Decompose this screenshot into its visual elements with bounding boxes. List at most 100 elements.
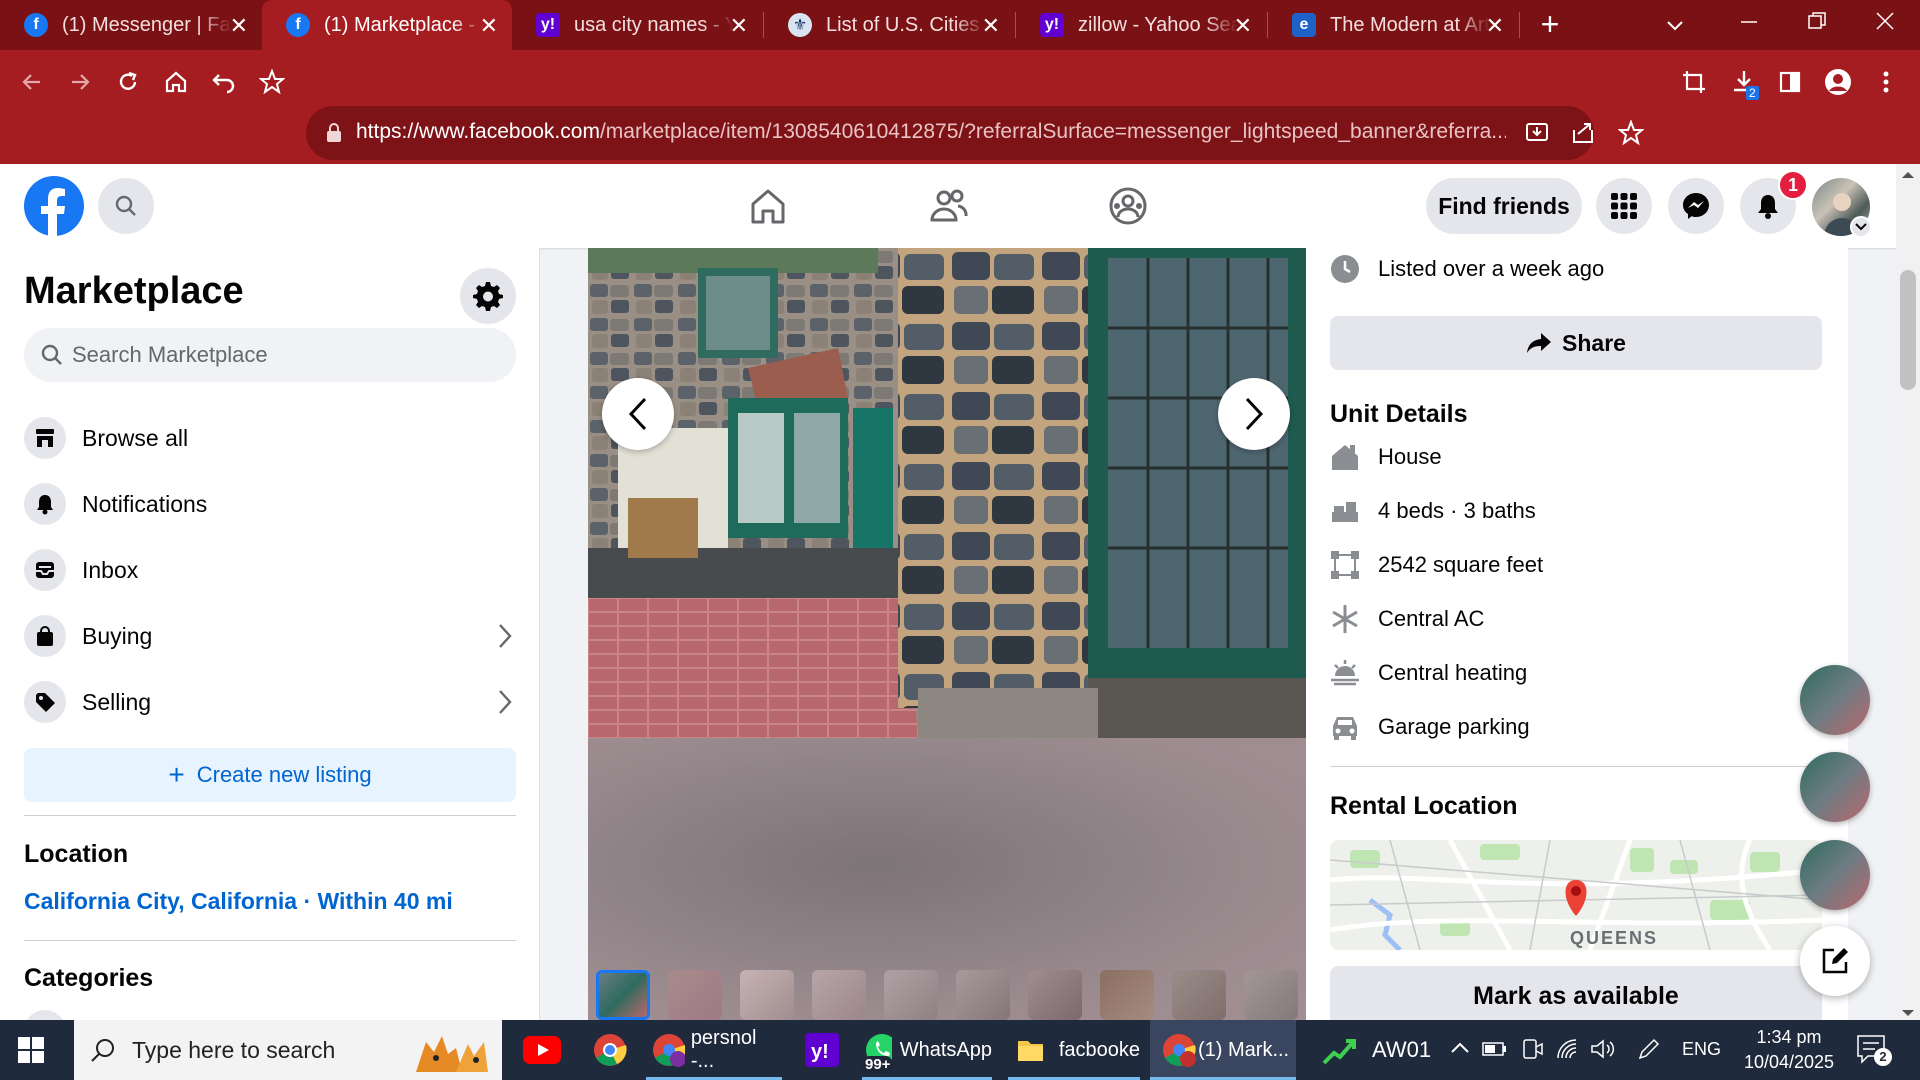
tab-yahoo-usa-city[interactable]: y! usa city names - Yahoo ✕: [512, 0, 762, 50]
share-label: Share: [1562, 329, 1626, 356]
lock-icon[interactable]: [326, 123, 342, 143]
meet-now-icon[interactable]: [1520, 1037, 1544, 1061]
close-icon[interactable]: ✕: [480, 13, 498, 39]
photo-thumbnail[interactable]: [1100, 970, 1154, 1020]
minimize-icon[interactable]: [1738, 10, 1760, 32]
listing-photo[interactable]: [588, 248, 1306, 738]
tab-zillow-search[interactable]: y! zillow - Yahoo Search ✕: [1016, 0, 1266, 50]
taskbar-app-folder-facbooke[interactable]: facbooke: [1008, 1020, 1140, 1080]
tray-chevron-icon[interactable]: [1450, 1040, 1470, 1054]
location-link[interactable]: California City, California · Within 40 …: [24, 888, 453, 915]
tab-britannica[interactable]: ⚜ List of U.S. Cities | Britannica ✕: [764, 0, 1014, 50]
tab-search-icon[interactable]: [1664, 14, 1686, 36]
new-tab-button[interactable]: +: [1532, 6, 1568, 42]
friends-nav-icon[interactable]: [928, 186, 968, 226]
taskbar-app-yahoo[interactable]: y!: [790, 1020, 854, 1080]
taskbar-app-chrome-marketplace[interactable]: (1) Mark...: [1150, 1020, 1296, 1080]
find-friends-button[interactable]: Find friends: [1426, 178, 1582, 234]
close-icon[interactable]: ✕: [730, 13, 748, 39]
taskbar-clock[interactable]: 1:34 pm 10/04/2025: [1734, 1025, 1844, 1075]
close-icon[interactable]: ✕: [982, 13, 1000, 39]
stock-widget[interactable]: AW01: [1322, 1020, 1432, 1080]
chrome-profile-icon: [653, 1034, 685, 1067]
new-message-button[interactable]: [1800, 926, 1870, 996]
forward-icon[interactable]: [62, 64, 98, 100]
taskbar-app-youtube[interactable]: [510, 1020, 574, 1080]
restore-icon[interactable]: [1806, 10, 1828, 32]
tab-messenger[interactable]: f (1) Messenger | Facebook ✕: [0, 0, 262, 50]
tab-modern-at-art[interactable]: e The Modern at Art ✕: [1268, 0, 1518, 50]
sidebar-item-browse-all[interactable]: Browse all: [24, 409, 516, 467]
sidebar-item-buying[interactable]: Buying: [24, 607, 516, 665]
bed-bath-icon: [1330, 496, 1360, 526]
taskbar-search-box[interactable]: Type here to search: [74, 1020, 502, 1080]
photo-thumbnail[interactable]: [668, 970, 722, 1020]
create-listing-button[interactable]: + Create new listing: [24, 748, 516, 802]
rental-location-map[interactable]: QUEENS: [1330, 840, 1822, 950]
fb-search-button[interactable]: [98, 178, 154, 234]
window-close-icon[interactable]: [1874, 10, 1896, 32]
install-app-icon[interactable]: [1524, 120, 1550, 146]
account-chevron-icon[interactable]: [1850, 216, 1872, 238]
scrollbar-thumb[interactable]: [1900, 270, 1916, 390]
bookmark-star-icon[interactable]: [254, 64, 290, 100]
downloads-icon[interactable]: 2: [1726, 64, 1762, 100]
url-text[interactable]: https://www.facebook.com/marketplace/ite…: [356, 120, 1506, 144]
home-nav-icon[interactable]: [748, 186, 788, 226]
photo-thumbnail[interactable]: [1244, 970, 1298, 1020]
chat-head-avatar[interactable]: [1800, 752, 1870, 822]
photo-thumbnail[interactable]: [596, 970, 650, 1020]
chat-head-avatar[interactable]: [1800, 665, 1870, 735]
close-icon[interactable]: ✕: [230, 13, 248, 39]
address-bar[interactable]: https://www.facebook.com/marketplace/ite…: [306, 106, 1644, 160]
side-panel-icon[interactable]: [1772, 64, 1808, 100]
profile-icon[interactable]: [1820, 64, 1856, 100]
photo-thumbnail[interactable]: [956, 970, 1010, 1020]
taskbar-app-chrome-persnol[interactable]: persnol -...: [646, 1020, 782, 1080]
photo-thumbnail[interactable]: [812, 970, 866, 1020]
close-icon[interactable]: ✕: [1486, 13, 1504, 39]
photo-thumbnail[interactable]: [884, 970, 938, 1020]
back-icon[interactable]: [14, 64, 50, 100]
next-photo-button[interactable]: [1218, 378, 1290, 450]
notification-center-icon[interactable]: 2: [1856, 1034, 1892, 1066]
photo-thumbnail[interactable]: [740, 970, 794, 1020]
sidebar-item-selling[interactable]: Selling: [24, 673, 516, 731]
britannica-icon: ⚜: [788, 13, 812, 37]
pen-icon[interactable]: [1636, 1038, 1662, 1060]
menu-kebab-icon[interactable]: [1868, 64, 1904, 100]
search-marketplace-input[interactable]: Search Marketplace: [24, 328, 516, 382]
menu-grid-button[interactable]: [1596, 178, 1652, 234]
tab-title: (1) Messenger | Facebook: [62, 13, 232, 36]
share-button[interactable]: Share: [1330, 316, 1822, 370]
home-icon[interactable]: [158, 64, 194, 100]
reload-icon[interactable]: [110, 64, 146, 100]
area-icon: [1330, 550, 1360, 580]
previous-photo-button[interactable]: [602, 378, 674, 450]
undo-icon[interactable]: [206, 64, 242, 100]
messenger-button[interactable]: [1668, 178, 1724, 234]
close-icon[interactable]: ✕: [1234, 13, 1252, 39]
taskbar-app-whatsapp[interactable]: 99+ WhatsApp: [862, 1020, 992, 1080]
crop-icon[interactable]: [1676, 64, 1712, 100]
battery-icon[interactable]: [1482, 1038, 1508, 1060]
bookmark-page-icon[interactable]: [1618, 120, 1644, 146]
volume-icon[interactable]: [1590, 1038, 1616, 1060]
facebook-logo-icon[interactable]: [24, 176, 84, 236]
share-page-icon[interactable]: [1570, 120, 1596, 146]
windows-start-icon[interactable]: [18, 1037, 44, 1063]
groups-nav-icon[interactable]: [1108, 186, 1148, 226]
tab-title: (1) Marketplace - 4 beds: [324, 13, 484, 36]
tab-marketplace[interactable]: f (1) Marketplace - 4 beds ✕: [262, 0, 512, 50]
mark-as-available-button[interactable]: Mark as available: [1330, 966, 1822, 1020]
settings-button[interactable]: [460, 268, 516, 324]
wifi-icon[interactable]: [1556, 1038, 1582, 1060]
taskbar-app-chrome[interactable]: [578, 1020, 642, 1080]
clock-icon: [1330, 254, 1360, 284]
chat-head-avatar[interactable]: [1800, 840, 1870, 910]
sidebar-item-inbox[interactable]: Inbox: [24, 541, 516, 599]
photo-thumbnail[interactable]: [1028, 970, 1082, 1020]
sidebar-item-notifications[interactable]: Notifications: [24, 475, 516, 533]
language-indicator[interactable]: ENG: [1682, 1039, 1721, 1060]
photo-thumbnail[interactable]: [1172, 970, 1226, 1020]
